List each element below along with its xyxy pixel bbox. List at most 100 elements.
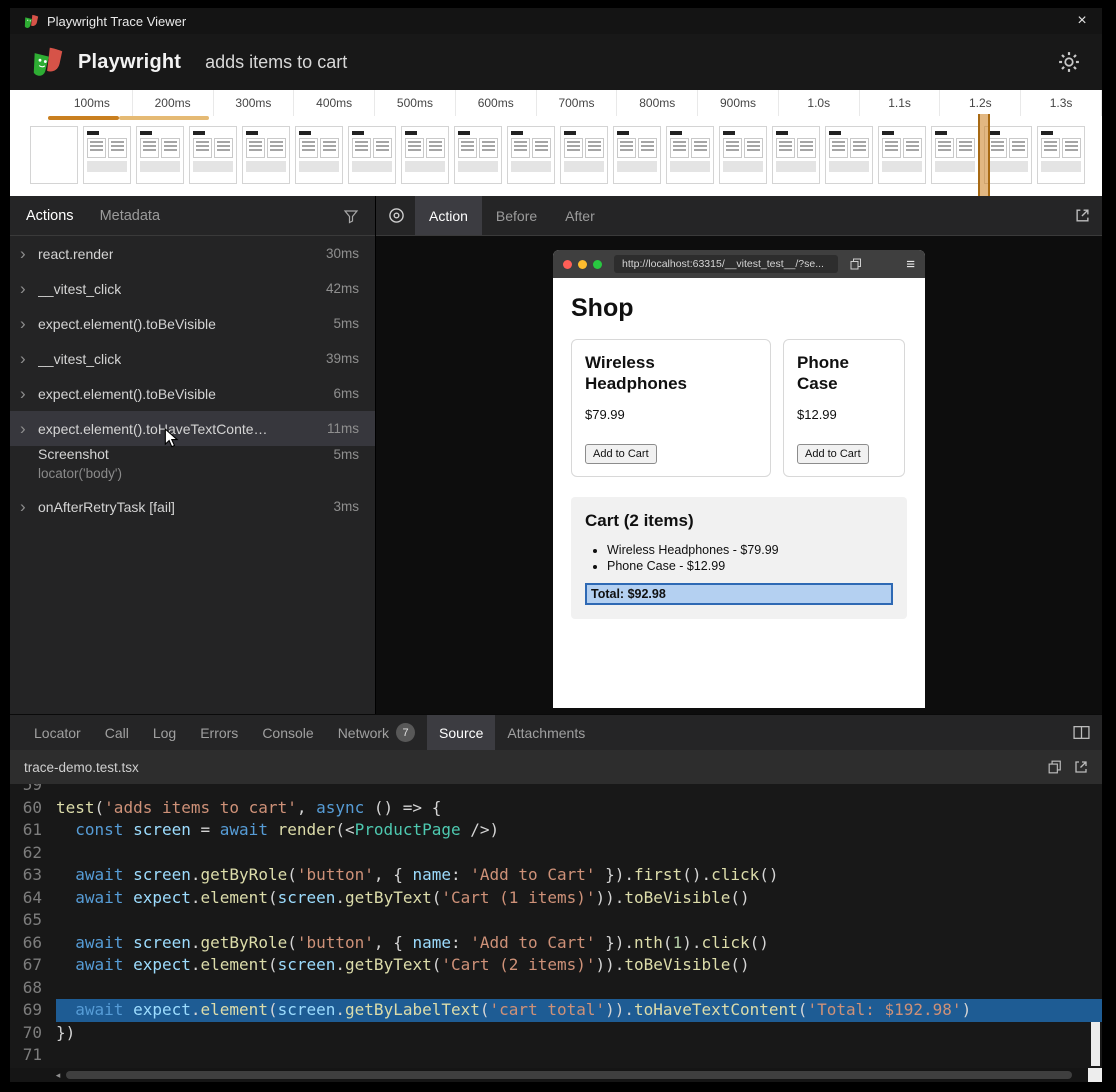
thumb-title-bar: [140, 131, 152, 135]
snapshot-tab-action[interactable]: Action: [415, 196, 482, 235]
product-name: Wireless Headphones: [585, 352, 757, 395]
thumb-line: [938, 141, 951, 143]
thumb-cart-bar: [246, 161, 286, 172]
timeline-thumbnail[interactable]: [560, 126, 608, 184]
target-icon[interactable]: [388, 207, 405, 224]
thumb-line: [249, 149, 262, 151]
timeline-thumbnail[interactable]: [719, 126, 767, 184]
tab-metadata[interactable]: Metadata: [100, 208, 160, 224]
timeline-thumbnail[interactable]: [878, 126, 926, 184]
thumb-line: [567, 141, 580, 143]
gear-icon[interactable]: [1058, 51, 1080, 73]
split-columns-icon[interactable]: [1073, 725, 1090, 740]
action-duration: 3ms: [323, 499, 359, 514]
action-row[interactable]: ›expect.element().toBeVisible6ms: [10, 376, 375, 411]
thumb-line: [514, 149, 527, 151]
action-row[interactable]: ›expect.element().toHaveTextConte…11ms: [10, 411, 375, 446]
thumb-line: [429, 149, 442, 151]
timeline-thumbnail[interactable]: [666, 126, 714, 184]
bottom-tab-attachments[interactable]: Attachments: [495, 715, 597, 750]
thumb-line: [355, 141, 368, 143]
timeline-thumbnail[interactable]: [613, 126, 661, 184]
timeline-thumbnail[interactable]: [772, 126, 820, 184]
thumb-line: [461, 145, 474, 147]
chevron-right-icon[interactable]: ›: [20, 350, 38, 367]
copy-url-icon[interactable]: [850, 258, 862, 270]
timeline-thumbnail[interactable]: [295, 126, 343, 184]
timeline-thumbnail[interactable]: [1037, 126, 1085, 184]
thumb-cards: [829, 138, 869, 158]
timeline-thumbnail[interactable]: [136, 126, 184, 184]
add-to-cart-button[interactable]: Add to Cart: [585, 444, 657, 464]
bottom-tab-network[interactable]: Network7: [326, 715, 427, 750]
copy-source-icon[interactable]: [1048, 760, 1062, 774]
timeline-strip[interactable]: 100ms200ms300ms400ms500ms600ms700ms800ms…: [10, 90, 1102, 196]
timeline-thumbnail[interactable]: [825, 126, 873, 184]
chevron-right-icon[interactable]: ›: [20, 420, 38, 437]
filter-icon[interactable]: [343, 208, 359, 224]
chevron-right-icon[interactable]: ›: [20, 280, 38, 297]
action-row[interactable]: ›__vitest_click42ms: [10, 271, 375, 306]
bottom-tab-errors[interactable]: Errors: [188, 715, 250, 750]
app-header: Playwright adds items to cart: [10, 34, 1102, 90]
chevron-right-icon[interactable]: ›: [20, 315, 38, 332]
browser-menu-icon[interactable]: ≡: [906, 256, 915, 273]
timeline-label: 700ms: [537, 90, 618, 116]
thumb-card: [585, 138, 604, 158]
timeline-thumbnail[interactable]: [83, 126, 131, 184]
action-row[interactable]: ›onAfterRetryTask [fail]3ms: [10, 489, 375, 524]
thumb-card: [956, 138, 975, 158]
thumb-line: [164, 141, 177, 143]
action-row[interactable]: Screenshot5mslocator('body'): [10, 446, 375, 489]
timeline-thumbnail[interactable]: [454, 126, 502, 184]
vertical-scrollbar-thumb[interactable]: [1091, 1022, 1100, 1066]
timeline-thumbnail[interactable]: [401, 126, 449, 184]
action-row[interactable]: ›expect.element().toBeVisible5ms: [10, 306, 375, 341]
bottom-tab-call[interactable]: Call: [93, 715, 141, 750]
timeline-thumbnail[interactable]: [242, 126, 290, 184]
add-to-cart-button[interactable]: Add to Cart: [797, 444, 869, 464]
timeline-thumbnail[interactable]: [30, 126, 78, 184]
action-row[interactable]: ›react.render30ms: [10, 236, 375, 271]
thumb-line: [482, 145, 495, 147]
thumb-line: [429, 145, 442, 147]
horizontal-scrollbar[interactable]: ◂: [10, 1068, 1102, 1082]
action-label: expect.element().toHaveTextConte…: [38, 421, 268, 437]
line-number: 62: [10, 842, 56, 865]
url-field[interactable]: http://localhost:63315/__vitest_test__/?…: [614, 255, 838, 273]
snapshot-tab-before[interactable]: Before: [482, 196, 551, 235]
tab-actions[interactable]: Actions: [26, 208, 74, 224]
timeline-thumbnails: [30, 126, 1085, 184]
timeline-thumbnail[interactable]: [189, 126, 237, 184]
thumb-line: [938, 149, 951, 151]
bottom-tab-locator[interactable]: Locator: [22, 715, 93, 750]
line-number: 67: [10, 954, 56, 977]
close-icon[interactable]: ×: [1072, 12, 1092, 30]
timeline-thumbnail[interactable]: [348, 126, 396, 184]
open-source-external-icon[interactable]: [1074, 760, 1088, 774]
thumb-line: [461, 149, 474, 151]
open-external-icon[interactable]: [1075, 208, 1090, 223]
timeline-thumbnail[interactable]: [507, 126, 555, 184]
bottom-tab-label: Attachments: [507, 725, 585, 741]
chevron-right-icon[interactable]: ›: [20, 245, 38, 262]
scroll-left-arrow-icon[interactable]: ◂: [50, 1068, 66, 1082]
timeline-marker[interactable]: [978, 114, 990, 196]
chevron-right-icon[interactable]: ›: [20, 385, 38, 402]
bottom-tab-log[interactable]: Log: [141, 715, 188, 750]
timeline-thumbnail[interactable]: [931, 126, 979, 184]
thumb-card: [108, 138, 127, 158]
cart-heading: Cart (2 items): [585, 511, 893, 531]
thumb-line: [779, 149, 792, 151]
chevron-right-icon[interactable]: ›: [20, 498, 38, 515]
bottom-tab-source[interactable]: Source: [427, 715, 495, 750]
thumb-card: [617, 138, 636, 158]
thumb-title-bar: [723, 131, 735, 135]
thumb-line: [641, 149, 654, 151]
timeline-thumbnail[interactable]: [984, 126, 1032, 184]
bottom-tab-console[interactable]: Console: [250, 715, 325, 750]
action-row[interactable]: ›__vitest_click39ms: [10, 341, 375, 376]
thumb-title-bar: [1041, 131, 1053, 135]
horizontal-scrollbar-thumb[interactable]: [66, 1071, 1072, 1079]
snapshot-tab-after[interactable]: After: [551, 196, 609, 235]
